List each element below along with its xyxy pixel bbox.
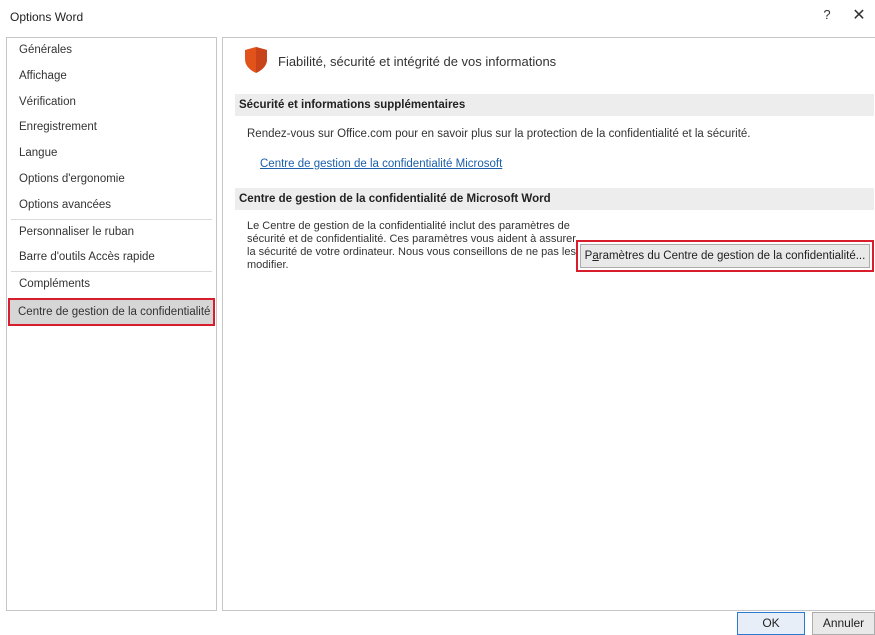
microsoft-trust-center-link[interactable]: Centre de gestion de la confidentialité … xyxy=(260,158,502,170)
sidebar-item-centre-confidentialite[interactable]: Centre de gestion de la confidentialité xyxy=(8,297,215,326)
sidebar-item-acces-rapide[interactable]: Barre d'outils Accès rapide xyxy=(7,245,216,271)
main-panel: Fiabilité, sécurité et intégrité de vos … xyxy=(222,37,875,611)
title-bar: Options Word ? ✕ xyxy=(0,0,875,34)
sidebar-item-generales[interactable]: Générales xyxy=(7,38,216,64)
sidebar-item-enregistrement[interactable]: Enregistrement xyxy=(7,115,216,141)
section-header-trust-center: Centre de gestion de la confidentialité … xyxy=(235,188,874,210)
security-info-text: Rendez-vous sur Office.com pour en savoi… xyxy=(247,128,751,140)
sidebar-item-verification[interactable]: Vérification xyxy=(7,90,216,116)
sidebar-item-affichage[interactable]: Affichage xyxy=(7,64,216,90)
section-header-security: Sécurité et informations supplémentaires xyxy=(235,94,874,116)
sidebar-item-complements[interactable]: Compléments xyxy=(7,272,216,298)
options-sidebar: Générales Affichage Vérification Enregis… xyxy=(6,37,217,611)
trust-center-settings-button[interactable]: Paramètres du Centre de gestion de la co… xyxy=(576,240,874,272)
sidebar-item-langue[interactable]: Langue xyxy=(7,141,216,167)
button-label-rest: ramètres du Centre de gestion de la conf… xyxy=(598,250,866,262)
page-title: Fiabilité, sécurité et intégrité de vos … xyxy=(278,54,557,69)
window-title: Options Word xyxy=(10,10,84,24)
cancel-button[interactable]: Annuler xyxy=(812,612,875,635)
sidebar-item-personnaliser-ruban[interactable]: Personnaliser le ruban xyxy=(7,220,216,246)
trust-center-description: Le Centre de gestion de la confidentiali… xyxy=(247,220,576,271)
help-button[interactable]: ? xyxy=(818,7,836,27)
sidebar-item-ergonomie[interactable]: Options d'ergonomie xyxy=(7,167,216,193)
close-button[interactable]: ✕ xyxy=(850,7,868,27)
sidebar-item-options-avancees[interactable]: Options avancées xyxy=(7,193,216,219)
shield-icon xyxy=(245,47,267,73)
ok-button[interactable]: OK xyxy=(737,612,805,635)
